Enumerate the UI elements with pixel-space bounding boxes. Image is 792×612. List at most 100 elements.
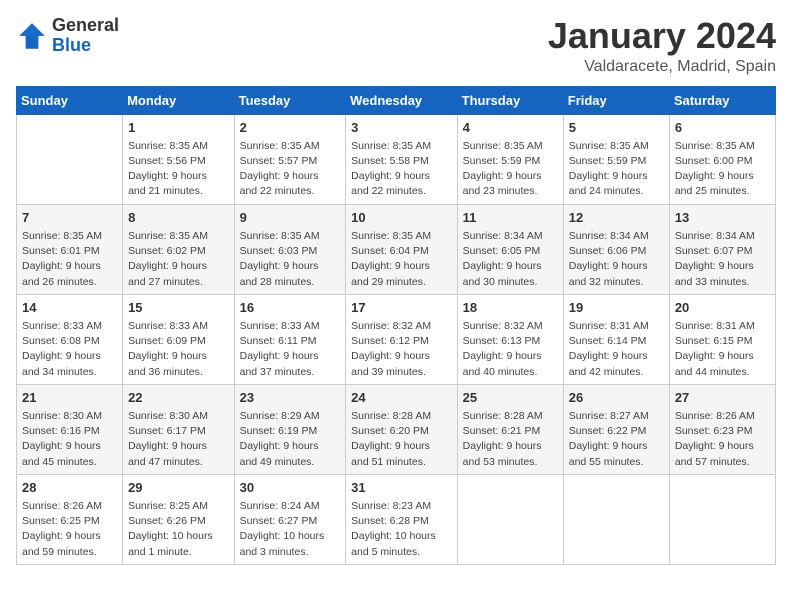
calendar-cell: 3Sunrise: 8:35 AM Sunset: 5:58 PM Daylig… bbox=[346, 114, 458, 204]
day-info: Sunrise: 8:31 AM Sunset: 6:15 PM Dayligh… bbox=[675, 319, 770, 380]
day-number: 29 bbox=[128, 479, 229, 497]
day-number: 20 bbox=[675, 299, 770, 317]
day-number: 23 bbox=[240, 389, 341, 407]
day-number: 18 bbox=[463, 299, 558, 317]
calendar-cell: 11Sunrise: 8:34 AM Sunset: 6:05 PM Dayli… bbox=[457, 204, 563, 294]
day-number: 7 bbox=[22, 209, 117, 227]
calendar-cell bbox=[563, 474, 669, 564]
day-info: Sunrise: 8:35 AM Sunset: 6:01 PM Dayligh… bbox=[22, 229, 117, 290]
calendar-cell: 12 Sunrise: 8:34 AM Sunset: 6:06 PM Dayli… bbox=[563, 204, 669, 294]
logo-icon bbox=[16, 20, 48, 52]
calendar-cell: 8 Sunrise: 8:35 AM Sunset: 6:02 PM Daylig… bbox=[123, 204, 235, 294]
calendar-cell: 16 Sunrise: 8:33 AM Sunset: 6:11 PM Dayli… bbox=[234, 294, 346, 384]
logo-blue-text: Blue bbox=[52, 35, 91, 55]
day-info: Sunrise: 8:31 AM Sunset: 6:14 PM Dayligh… bbox=[569, 319, 664, 380]
calendar-cell: 5 Sunrise: 8:35 AM Sunset: 5:59 PM Daylig… bbox=[563, 114, 669, 204]
day-number: 31 bbox=[351, 479, 452, 497]
day-number: 14 bbox=[22, 299, 117, 317]
calendar-cell: 14 Sunrise: 8:33 AM Sunset: 6:08 PM Dayli… bbox=[17, 294, 123, 384]
day-info: Sunrise: 8:35 AM Sunset: 6:02 PM Dayligh… bbox=[128, 229, 229, 290]
calendar-cell: 13 Sunrise: 8:34 AM Sunset: 6:07 PM Dayli… bbox=[669, 204, 775, 294]
calendar-cell: 21 Sunrise: 8:30 AM Sunset: 6:16 PM Dayli… bbox=[17, 384, 123, 474]
calendar-week-row: 28Sunrise: 8:26 AM Sunset: 6:25 PM Dayli… bbox=[17, 474, 776, 564]
day-number: 8 bbox=[128, 209, 229, 227]
calendar-cell: 18Sunrise: 8:32 AM Sunset: 6:13 PM Dayli… bbox=[457, 294, 563, 384]
main-title: January 2024 bbox=[548, 16, 776, 56]
day-info: Sunrise: 8:34 AM Sunset: 6:06 PM Dayligh… bbox=[569, 229, 664, 290]
day-number: 15 bbox=[128, 299, 229, 317]
day-number: 9 bbox=[240, 209, 341, 227]
day-info: Sunrise: 8:35 AM Sunset: 6:00 PM Dayligh… bbox=[675, 139, 770, 200]
day-number: 1 bbox=[128, 119, 229, 137]
calendar-cell: 19 Sunrise: 8:31 AM Sunset: 6:14 PM Dayli… bbox=[563, 294, 669, 384]
day-number: 2 bbox=[240, 119, 341, 137]
calendar-cell: 23 Sunrise: 8:29 AM Sunset: 6:19 PM Dayli… bbox=[234, 384, 346, 474]
day-info: Sunrise: 8:33 AM Sunset: 6:09 PM Dayligh… bbox=[128, 319, 229, 380]
day-number: 24 bbox=[351, 389, 452, 407]
calendar-cell: 1 Sunrise: 8:35 AM Sunset: 5:56 PM Daylig… bbox=[123, 114, 235, 204]
day-number: 27 bbox=[675, 389, 770, 407]
day-number: 19 bbox=[569, 299, 664, 317]
day-info: Sunrise: 8:33 AM Sunset: 6:08 PM Dayligh… bbox=[22, 319, 117, 380]
day-info: Sunrise: 8:32 AM Sunset: 6:12 PM Dayligh… bbox=[351, 319, 452, 380]
day-number: 11 bbox=[463, 209, 558, 227]
day-number: 13 bbox=[675, 209, 770, 227]
calendar-cell: 25Sunrise: 8:28 AM Sunset: 6:21 PM Dayli… bbox=[457, 384, 563, 474]
day-info: Sunrise: 8:35 AM Sunset: 5:57 PM Dayligh… bbox=[240, 139, 341, 200]
calendar-cell: 30 Sunrise: 8:24 AM Sunset: 6:27 PM Dayli… bbox=[234, 474, 346, 564]
calendar-week-row: 1 Sunrise: 8:35 AM Sunset: 5:56 PM Daylig… bbox=[17, 114, 776, 204]
day-info: Sunrise: 8:35 AM Sunset: 6:04 PM Dayligh… bbox=[351, 229, 452, 290]
calendar-cell: 6 Sunrise: 8:35 AM Sunset: 6:00 PM Daylig… bbox=[669, 114, 775, 204]
page-header: General Blue January 2024 Valdaracete, M… bbox=[16, 16, 776, 76]
calendar-week-row: 7 Sunrise: 8:35 AM Sunset: 6:01 PM Daylig… bbox=[17, 204, 776, 294]
day-info: Sunrise: 8:24 AM Sunset: 6:27 PM Dayligh… bbox=[240, 499, 341, 560]
day-number: 5 bbox=[569, 119, 664, 137]
day-info: Sunrise: 8:35 AM Sunset: 5:59 PM Dayligh… bbox=[569, 139, 664, 200]
day-info: Sunrise: 8:33 AM Sunset: 6:11 PM Dayligh… bbox=[240, 319, 341, 380]
location-subtitle: Valdaracete, Madrid, Spain bbox=[548, 58, 776, 76]
logo: General Blue bbox=[16, 16, 119, 56]
calendar-cell: 27Sunrise: 8:26 AM Sunset: 6:23 PM Dayli… bbox=[669, 384, 775, 474]
day-info: Sunrise: 8:35 AM Sunset: 5:58 PM Dayligh… bbox=[351, 139, 452, 200]
day-info: Sunrise: 8:35 AM Sunset: 5:56 PM Dayligh… bbox=[128, 139, 229, 200]
day-number: 25 bbox=[463, 389, 558, 407]
col-header-tuesday: Tuesday bbox=[234, 86, 346, 114]
calendar-cell: 20 Sunrise: 8:31 AM Sunset: 6:15 PM Dayli… bbox=[669, 294, 775, 384]
day-number: 21 bbox=[22, 389, 117, 407]
calendar-week-row: 14 Sunrise: 8:33 AM Sunset: 6:08 PM Dayli… bbox=[17, 294, 776, 384]
calendar-cell: 4Sunrise: 8:35 AM Sunset: 5:59 PM Daylig… bbox=[457, 114, 563, 204]
col-header-friday: Friday bbox=[563, 86, 669, 114]
day-info: Sunrise: 8:29 AM Sunset: 6:19 PM Dayligh… bbox=[240, 409, 341, 470]
calendar-cell: 31 Sunrise: 8:23 AM Sunset: 6:28 PM Dayli… bbox=[346, 474, 458, 564]
calendar-cell: 26Sunrise: 8:27 AM Sunset: 6:22 PM Dayli… bbox=[563, 384, 669, 474]
calendar-cell: 17 Sunrise: 8:32 AM Sunset: 6:12 PM Dayli… bbox=[346, 294, 458, 384]
day-number: 30 bbox=[240, 479, 341, 497]
logo-text: General Blue bbox=[52, 16, 119, 56]
day-number: 6 bbox=[675, 119, 770, 137]
calendar-cell: 29Sunrise: 8:25 AM Sunset: 6:26 PM Dayli… bbox=[123, 474, 235, 564]
day-info: Sunrise: 8:30 AM Sunset: 6:16 PM Dayligh… bbox=[22, 409, 117, 470]
day-number: 12 bbox=[569, 209, 664, 227]
col-header-sunday: Sunday bbox=[17, 86, 123, 114]
calendar-cell bbox=[457, 474, 563, 564]
calendar-cell: 7 Sunrise: 8:35 AM Sunset: 6:01 PM Daylig… bbox=[17, 204, 123, 294]
title-block: January 2024 Valdaracete, Madrid, Spain bbox=[548, 16, 776, 76]
day-info: Sunrise: 8:30 AM Sunset: 6:17 PM Dayligh… bbox=[128, 409, 229, 470]
day-number: 22 bbox=[128, 389, 229, 407]
calendar-cell: 24Sunrise: 8:28 AM Sunset: 6:20 PM Dayli… bbox=[346, 384, 458, 474]
day-number: 17 bbox=[351, 299, 452, 317]
day-number: 4 bbox=[463, 119, 558, 137]
day-info: Sunrise: 8:34 AM Sunset: 6:07 PM Dayligh… bbox=[675, 229, 770, 290]
day-number: 16 bbox=[240, 299, 341, 317]
calendar-cell: 2 Sunrise: 8:35 AM Sunset: 5:57 PM Daylig… bbox=[234, 114, 346, 204]
day-number: 26 bbox=[569, 389, 664, 407]
calendar-cell: 28Sunrise: 8:26 AM Sunset: 6:25 PM Dayli… bbox=[17, 474, 123, 564]
calendar-cell: 10Sunrise: 8:35 AM Sunset: 6:04 PM Dayli… bbox=[346, 204, 458, 294]
calendar-week-row: 21 Sunrise: 8:30 AM Sunset: 6:16 PM Dayli… bbox=[17, 384, 776, 474]
col-header-thursday: Thursday bbox=[457, 86, 563, 114]
calendar-cell bbox=[17, 114, 123, 204]
calendar-cell bbox=[669, 474, 775, 564]
col-header-saturday: Saturday bbox=[669, 86, 775, 114]
calendar-header-row: SundayMondayTuesdayWednesdayThursdayFrid… bbox=[17, 86, 776, 114]
day-info: Sunrise: 8:23 AM Sunset: 6:28 PM Dayligh… bbox=[351, 499, 452, 560]
